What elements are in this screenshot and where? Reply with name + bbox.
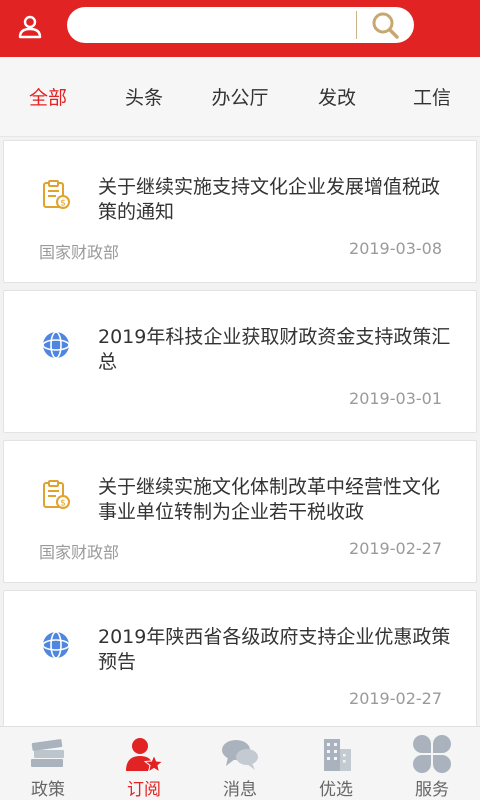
svg-text:$: $ (60, 199, 66, 209)
nav-label: 政策 (31, 780, 65, 800)
article-source: 国家财政部 (39, 543, 120, 562)
chat-bubbles-icon (222, 740, 258, 770)
article-source: 国家财政部 (39, 243, 120, 262)
nav-item-policy[interactable]: 政策 (0, 727, 96, 800)
user-button[interactable] (10, 9, 50, 45)
article-title: 2019年陕西省各级政府支持企业优惠政策预告 (98, 626, 451, 673)
buildings-icon (324, 739, 351, 771)
search-divider (356, 11, 357, 39)
nav-label: 服务 (415, 780, 449, 800)
nav-item-services[interactable]: 服务 (384, 727, 480, 800)
article-date: 2019-03-08 (349, 239, 442, 258)
tab-industry-info[interactable]: 工信 (402, 83, 462, 113)
article-title: 关于继续实施文化体制改革中经营性文化事业单位转制为企业若干税收政 (98, 476, 441, 523)
top-bar (0, 0, 480, 57)
tab-headlines[interactable]: 头条 (114, 83, 174, 113)
tab-general-office[interactable]: 办公厅 (205, 83, 275, 113)
article-title: 2019年科技企业获取财政资金支持政策汇总 (98, 326, 451, 373)
globe-icon (42, 631, 70, 659)
svg-text:$: $ (60, 499, 66, 509)
tab-all[interactable]: 全部 (18, 83, 78, 113)
nav-item-messages[interactable]: 消息 (192, 727, 288, 800)
article-date: 2019-03-01 (349, 389, 442, 408)
article-card[interactable]: 2019年陕西省各级政府支持企业优惠政策预告 2019-02-27 (3, 590, 477, 733)
category-tabs: 全部 头条 办公厅 发改 工信 (0, 57, 480, 137)
tax-document-icon: $ (43, 180, 70, 209)
article-card[interactable]: $ 关于继续实施支持文化企业发展增值税政策的通知 国家财政部 2019-03-0… (3, 140, 477, 283)
grid-petals-icon (413, 735, 451, 773)
bottom-nav: 政策 订阅 消息 优选 服务 (0, 726, 480, 800)
article-date: 2019-02-27 (349, 689, 442, 708)
nav-label: 消息 (223, 780, 257, 800)
article-date: 2019-02-27 (349, 539, 442, 558)
nav-label: 优选 (319, 780, 353, 800)
search-button[interactable] (363, 8, 407, 42)
globe-icon (42, 331, 70, 359)
article-card[interactable]: $ 关于继续实施文化体制改革中经营性文化事业单位转制为企业若干税收政 国家财政部… (3, 440, 477, 583)
nav-item-preferred[interactable]: 优选 (288, 727, 384, 800)
article-card[interactable]: 2019年科技企业获取财政资金支持政策汇总 2019-03-01 (3, 290, 477, 433)
nav-item-subscribe[interactable]: 订阅 (96, 727, 192, 800)
books-icon (31, 739, 64, 767)
search-input[interactable] (67, 7, 414, 43)
tax-document-icon: $ (43, 480, 70, 509)
nav-label: 订阅 (127, 780, 161, 800)
subscribe-person-star-icon (126, 738, 164, 773)
search-icon (372, 12, 399, 39)
user-icon (18, 15, 42, 39)
article-title: 关于继续实施支持文化企业发展增值税政策的通知 (98, 176, 441, 223)
tab-development-reform[interactable]: 发改 (307, 83, 367, 113)
